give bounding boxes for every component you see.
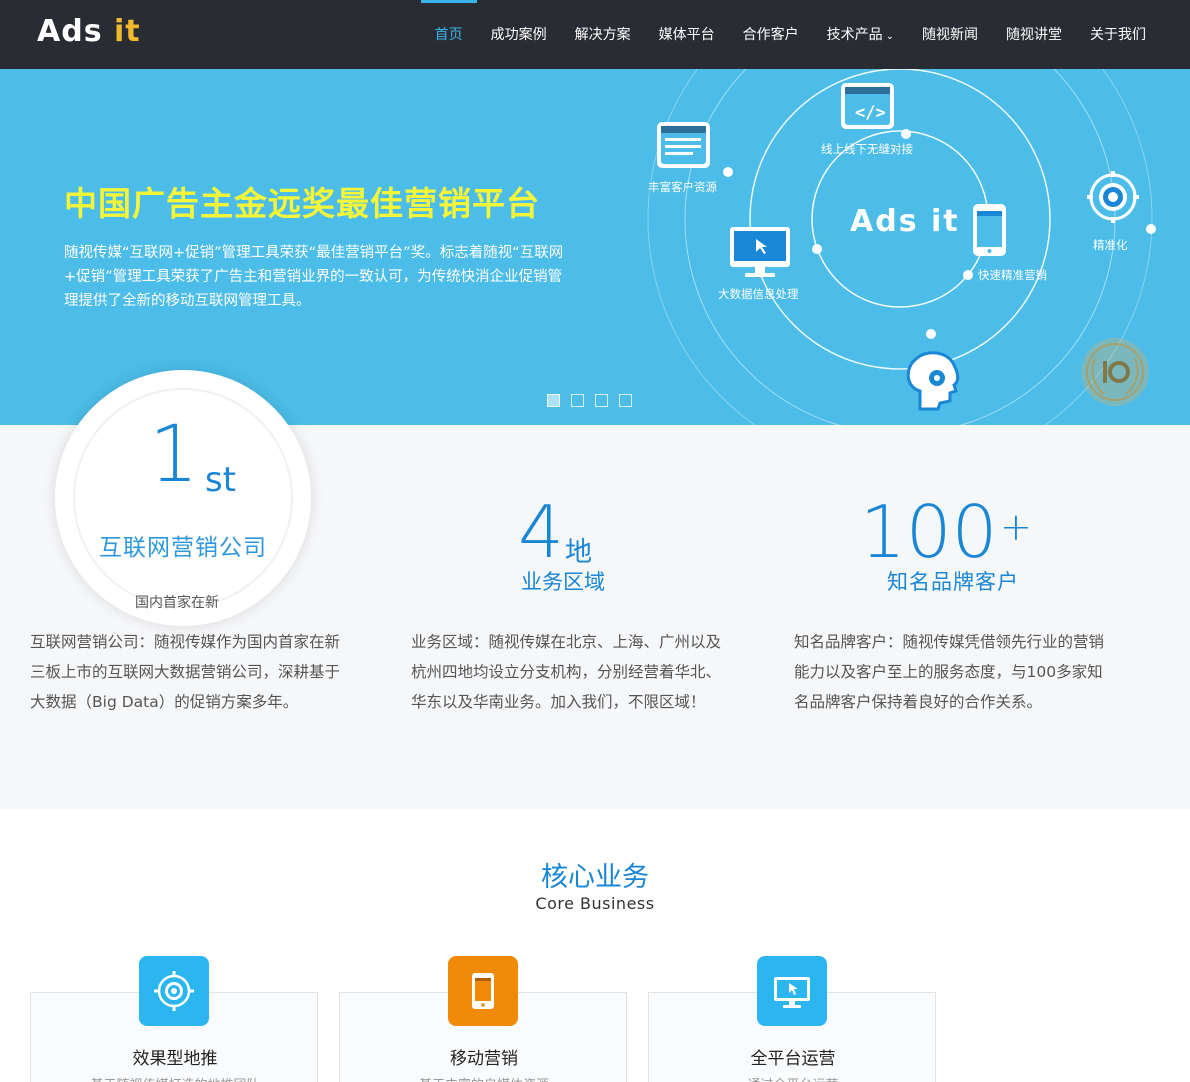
- nav-item-media[interactable]: 媒体平台: [645, 0, 729, 69]
- nav-item-cases[interactable]: 成功案例: [477, 0, 561, 69]
- svg-text:线上线下无缝对接: 线上线下无缝对接: [821, 142, 913, 156]
- stat-description-brands: 知名品牌客户：随视传媒凭借领先行业的营销能力以及客户至上的服务态度，与100多家…: [794, 633, 1105, 711]
- regions-number: 4: [518, 490, 564, 574]
- regions-unit: 地: [565, 537, 592, 568]
- mobile-icon: [448, 956, 518, 1026]
- rank-number: 1: [149, 410, 199, 500]
- card-title: 效果型地推: [132, 1049, 218, 1069]
- smartphone-icon: [973, 204, 1006, 256]
- slider-dot-2[interactable]: [571, 394, 584, 407]
- target-icon: [139, 956, 209, 1026]
- slider-pagination: [547, 394, 632, 407]
- monitor-icon: [730, 227, 790, 277]
- main-nav: 首页 成功案例 解决方案 媒体平台 合作客户 技术产品 ⌄ 随视新闻 随视讲堂 关…: [420, 0, 1160, 69]
- svg-text:快速精准营销: 快速精准营销: [978, 268, 1047, 282]
- brands-plus: +: [1000, 505, 1032, 549]
- head-gear-icon: [906, 351, 960, 411]
- first-company-badge: 1 st 互联网营销公司 国内首家在新: [55, 370, 311, 626]
- stat-description-regions: 业务区域：随视传媒在北京、上海、广州以及杭州四地均设立分支机构，分别经营着华北、…: [411, 633, 722, 711]
- hero-description: 随视传媒“互联网+促销”管理工具荣获“最佳营销平台”奖。标志着随视“互联网+促销…: [64, 245, 564, 309]
- svg-text:精准化: 精准化: [1093, 238, 1128, 252]
- nav-item-news[interactable]: 随视新闻: [908, 0, 992, 69]
- award-badge-icon: [1081, 338, 1149, 406]
- nav-item-lectures[interactable]: 随视讲堂: [992, 0, 1076, 69]
- svg-text:丰富客户资源: 丰富客户资源: [648, 180, 717, 194]
- nav-item-solutions[interactable]: 解决方案: [561, 0, 645, 69]
- target-icon: [1087, 171, 1139, 223]
- svg-text:Ads it: Ads it: [850, 204, 960, 239]
- ads-it-logo[interactable]: Ads it: [37, 14, 141, 49]
- brands-label: 知名品牌客户: [887, 570, 1019, 594]
- slider-dot-4[interactable]: [619, 394, 632, 407]
- rank-sublabel: 国内首家在新: [135, 595, 219, 611]
- code-window-icon: </>: [841, 83, 894, 129]
- stat-description-company: 互联网营销公司：随视传媒作为国内首家在新三板上市的互联网大数据营销公司，深耕基于…: [30, 633, 341, 711]
- card-title: 移动营销: [450, 1049, 518, 1069]
- nav-item-tech-products[interactable]: 技术产品 ⌄: [813, 0, 908, 69]
- rank-suffix: st: [205, 460, 237, 500]
- brands-number: 100: [860, 490, 998, 574]
- svg-text:大数据信息处理: 大数据信息处理: [718, 287, 799, 301]
- card-title: 全平台运营: [750, 1049, 836, 1069]
- slider-dot-1[interactable]: [547, 394, 560, 407]
- rank-label: 互联网营销公司: [99, 535, 267, 561]
- top-navbar: Ads it 首页 成功案例 解决方案 媒体平台 合作客户 技术产品 ⌄ 随视新闻…: [0, 0, 1190, 69]
- regions-label: 业务区域: [521, 570, 605, 594]
- nav-item-about[interactable]: 关于我们: [1076, 0, 1160, 69]
- nav-item-tech-label: 技术产品: [826, 27, 883, 43]
- nav-item-clients[interactable]: 合作客户: [729, 0, 813, 69]
- hero-illustration: 丰富客户资源 </> 线上线下无缝对接 精准化 Ads it 快速精准营销 大数…: [647, 69, 1156, 425]
- svg-text:</>: </>: [855, 103, 886, 123]
- core-business-title: 核心业务: [541, 862, 649, 893]
- card-desc: 基于丰富的自媒体资源: [340, 1074, 628, 1082]
- card-desc: 基于随视传媒打造的地推团队: [31, 1074, 319, 1082]
- nav-item-home[interactable]: 首页: [420, 0, 477, 69]
- document-list-icon: [657, 122, 710, 168]
- card-desc: 通过全平台运营: [649, 1074, 937, 1082]
- chevron-down-icon: ⌄: [885, 31, 894, 42]
- core-business-subtitle: Core Business: [535, 894, 655, 913]
- monitor-icon: [757, 956, 827, 1026]
- slider-dot-3[interactable]: [595, 394, 608, 407]
- hero-title: 中国广告主金远奖最佳营销平台: [64, 184, 540, 223]
